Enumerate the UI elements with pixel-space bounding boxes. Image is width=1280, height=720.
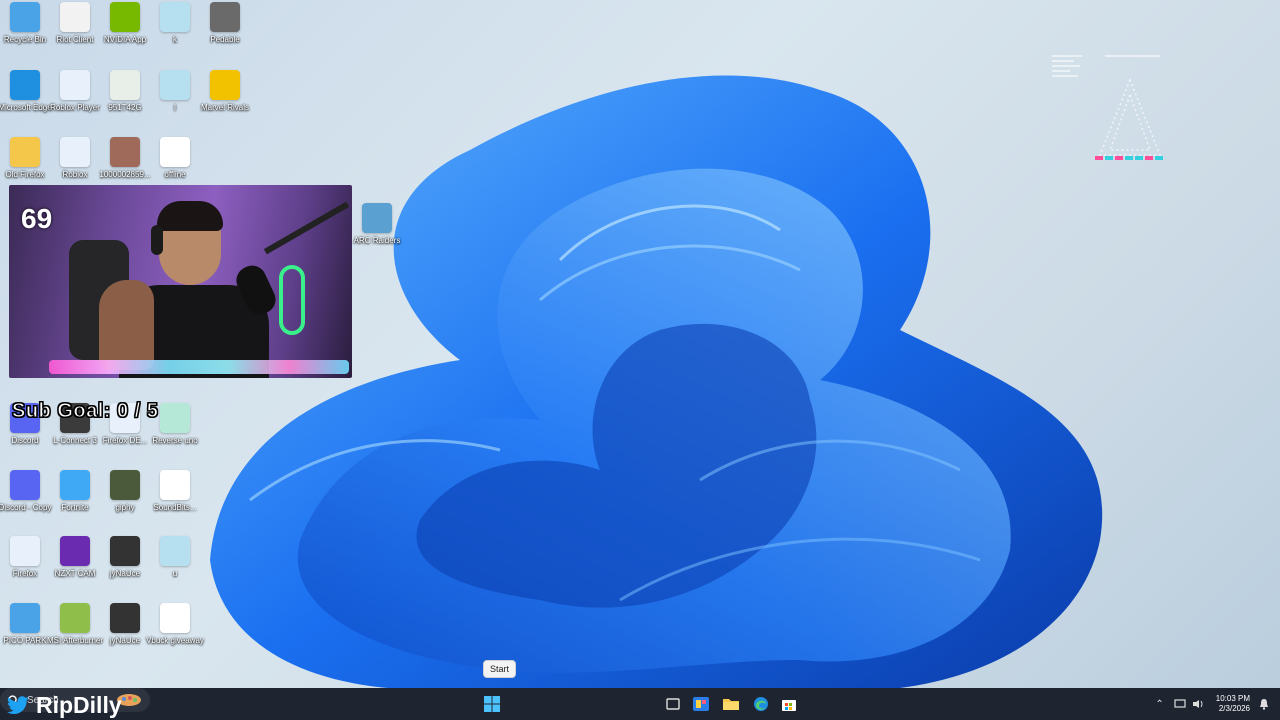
desktop-icon-label: Firefox DE... [102, 436, 148, 445]
desktop-icon-label: Discord [11, 436, 39, 445]
chevron-up-icon[interactable]: ⌃ [1155, 699, 1163, 710]
visualizer-widget [1052, 55, 1163, 160]
desktop-icon-label: ARC Raiders [353, 236, 401, 245]
rgb-keyboard [49, 360, 349, 374]
desktop-icon-label: l [174, 103, 176, 112]
desktop-icon-label: Discord - Copy [0, 503, 52, 512]
app-icon [160, 137, 190, 167]
widgets-icon [693, 697, 709, 711]
task-view-icon [666, 698, 680, 710]
desktop-icon-label: PICO PARK [3, 636, 47, 645]
desktop-icon-label: SoundBits... [153, 503, 197, 512]
webcam-overlay: 69 [9, 185, 352, 378]
desktop-icon-label: jyNaUce [109, 636, 141, 645]
app-icon [60, 137, 90, 167]
app-icon [60, 603, 90, 633]
app-icon [60, 70, 90, 100]
desktop-icon-label: k [173, 35, 177, 44]
app-icon [210, 70, 240, 100]
folder-icon [723, 699, 739, 710]
desktop-icon-label: Marvel Rivals [200, 103, 249, 112]
network-icon[interactable] [1174, 699, 1186, 709]
streamer-hair [157, 201, 223, 231]
app-icon [160, 2, 190, 32]
windows-icon [484, 696, 500, 712]
widgets-button[interactable] [690, 692, 712, 716]
system-tray: ⌃ 10:03 PM 2/3/2026 [1155, 688, 1270, 720]
app-icon [160, 403, 190, 433]
app-icon [110, 2, 140, 32]
app-icon [110, 603, 140, 633]
app-icon [160, 70, 190, 100]
app-icon [110, 137, 140, 167]
edge-icon [754, 697, 768, 711]
taskbar: RipDilly Search ⌃ 10:03 PM 2/3/2026 [0, 688, 1280, 720]
mic-boom-arm [263, 201, 350, 255]
store-icon [782, 700, 796, 711]
app-icon [160, 470, 190, 500]
desktop-icon-label: offline [164, 170, 186, 179]
desktop-icon-label: Roblox Player [50, 103, 100, 112]
app-icon [10, 137, 40, 167]
desktop-icon-label: NZXT CAM [54, 569, 96, 578]
app-icon [210, 2, 240, 32]
app-icon [160, 536, 190, 566]
app-icon [60, 470, 90, 500]
app-icon [10, 470, 40, 500]
green-ring-light [279, 265, 305, 335]
edge-button[interactable] [750, 692, 772, 716]
watermark-text: RipDilly [36, 692, 122, 718]
desktop-icon-label: Riot Client [56, 35, 94, 44]
app-icon [10, 536, 40, 566]
desktop-icon[interactable]: Pedable [195, 2, 255, 62]
clock-date: 2/3/2026 [1218, 704, 1250, 713]
app-icon [110, 470, 140, 500]
twitter-watermark: RipDilly [6, 692, 122, 719]
clock-time: 10:03 PM [1215, 694, 1250, 703]
headphone-icon [151, 225, 163, 255]
system-clock[interactable]: 10:03 PM 2/3/2026 [1216, 694, 1250, 714]
desktop-icon[interactable]: Marvel Rivals [195, 70, 255, 130]
app-icon [362, 203, 392, 233]
desktop-icon-label: giphy [115, 503, 135, 512]
app-icon [60, 536, 90, 566]
desktop-icon-label: jyNaUce [109, 569, 141, 578]
desktop-icon-label: Reverse uno [152, 436, 198, 445]
desktop-icon-label: Old Firefox [5, 170, 45, 179]
desktop-icon-label: Microsoft Edge [0, 103, 52, 112]
app-icon [10, 2, 40, 32]
app-icon [110, 70, 140, 100]
twitter-bird-icon [6, 695, 29, 714]
webcam-counter: 69 [21, 203, 53, 234]
desktop-icon-label: 951T42G [108, 103, 142, 112]
app-icon [10, 603, 40, 633]
start-button[interactable] [481, 692, 503, 716]
desktop-icon-label: Firefox [12, 569, 38, 578]
sub-goal-label: Sub Goal: 0 / 5 [11, 400, 159, 423]
desktop-icon-label: Roblox [62, 170, 88, 179]
desktop-icon-label: Recycle Bin [3, 35, 47, 44]
desktop-icon[interactable]: ARC Raiders [347, 203, 407, 263]
desktop-icon-label: u [172, 569, 178, 578]
desktop-icon-label: Vbuck giveaway [146, 636, 204, 645]
desktop-icon-label: Fortnite [61, 503, 89, 512]
desktop-icon-label: 1000002859... [99, 170, 151, 179]
volume-icon[interactable] [1192, 699, 1204, 709]
app-icon [60, 2, 90, 32]
task-view-button[interactable] [664, 692, 682, 716]
app-icon [110, 536, 140, 566]
notification-bell-icon[interactable] [1258, 698, 1270, 710]
start-tooltip: Start [483, 660, 517, 678]
desktop-icon-label: L-Connect 3 [53, 436, 97, 445]
app-icon [160, 603, 190, 633]
desktop-icon[interactable]: u [145, 536, 205, 596]
file-explorer-button[interactable] [720, 692, 742, 716]
app-icon [10, 70, 40, 100]
desktop-icon[interactable]: Vbuck giveaway [145, 603, 205, 663]
store-button[interactable] [778, 692, 800, 716]
desktop-icon[interactable]: SoundBits... [145, 470, 205, 530]
desktop-icon-label: NVIDIA App [103, 35, 147, 44]
desktop-icon-label: Pedable [210, 35, 240, 44]
tattooed-arm [99, 280, 154, 370]
